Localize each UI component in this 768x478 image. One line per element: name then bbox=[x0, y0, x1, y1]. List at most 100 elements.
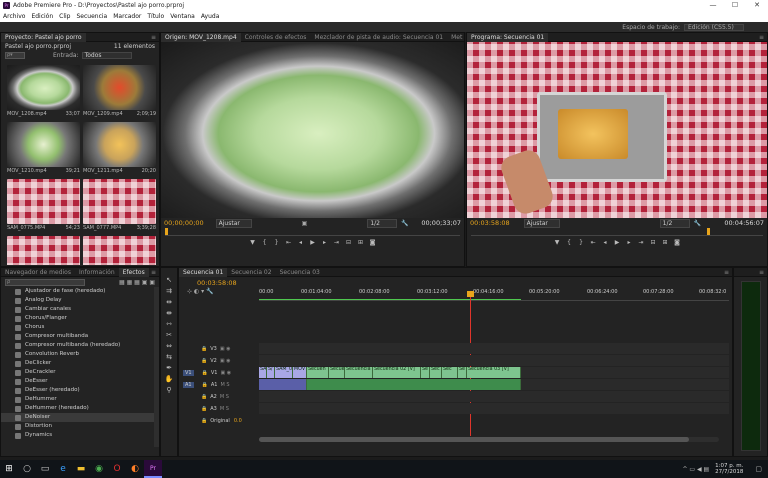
effect-item[interactable]: Compresor multibanda (heredado) bbox=[1, 341, 154, 350]
project-item[interactable]: MOV_1208.mp4 33;07 bbox=[7, 65, 80, 121]
video-clip[interactable]: SA bbox=[259, 367, 267, 378]
effect-item-selected[interactable]: DeNoiser bbox=[1, 413, 154, 422]
program-timecode[interactable]: 00:03:58:08 bbox=[470, 219, 510, 227]
work-area-bar[interactable] bbox=[259, 299, 521, 300]
menu-secuencia[interactable]: Secuencia bbox=[74, 13, 111, 20]
video-clip[interactable]: Se bbox=[421, 367, 430, 378]
source-resolution-select[interactable]: 1/2 bbox=[367, 218, 398, 228]
project-item[interactable]: MOV_1209.mp4 2;09;19 bbox=[83, 65, 156, 121]
track-toggle-icons[interactable]: ▣ ◉ bbox=[220, 370, 231, 376]
edge-icon[interactable]: e bbox=[54, 460, 72, 478]
effect-item[interactable]: DeClicker bbox=[1, 359, 154, 368]
step-back-button[interactable]: ◂ bbox=[296, 238, 306, 246]
menu-clip[interactable]: Clip bbox=[56, 13, 73, 20]
export-frame-button[interactable]: ◙ bbox=[672, 238, 682, 246]
windows-start-icon[interactable]: ⊞ bbox=[0, 460, 18, 478]
effect-item[interactable]: Distortion bbox=[1, 422, 154, 431]
scrollbar-thumb[interactable] bbox=[259, 437, 689, 442]
search-icon[interactable]: ○ bbox=[18, 460, 36, 478]
entrada-select[interactable]: Todos bbox=[81, 52, 132, 59]
rolling-edit-tool-icon[interactable]: ⇼ bbox=[164, 308, 174, 318]
effect-item[interactable]: DeEsser bbox=[1, 377, 154, 386]
lane-v1[interactable]: SA S/ SAM_0 MOV Secuen Secue Secuencia S… bbox=[259, 367, 729, 378]
timeline-tool-icons[interactable]: ⊹ ◐ ▾ 🔧 bbox=[187, 288, 213, 295]
mark-in-button[interactable]: { bbox=[564, 238, 574, 246]
lift-button[interactable]: ⊟ bbox=[648, 238, 658, 246]
lane-a3[interactable] bbox=[259, 403, 729, 414]
track-header-master[interactable]: 🔒 Original 0.0 bbox=[179, 415, 257, 426]
tab-audio-mixer[interactable]: Mezclador de pista de audio: Secuencia 0… bbox=[310, 33, 447, 42]
workspace-select[interactable]: Edición (CS5.5) bbox=[684, 23, 744, 31]
project-item[interactable]: SAM_0775.MP4 54;23 bbox=[7, 179, 80, 235]
lock-icon[interactable]: 🔒 bbox=[201, 418, 207, 424]
lane-a1[interactable] bbox=[259, 379, 729, 390]
insert-button[interactable]: ⊟ bbox=[344, 238, 354, 246]
audio-clip[interactable] bbox=[307, 379, 521, 390]
maximize-button[interactable]: ☐ bbox=[724, 0, 746, 11]
rate-stretch-tool-icon[interactable]: ⇿ bbox=[164, 319, 174, 329]
go-to-out-button[interactable]: ⇥ bbox=[332, 238, 342, 246]
track-toggle-icons[interactable]: M S bbox=[220, 394, 229, 400]
timeline-scrollbar[interactable] bbox=[259, 437, 719, 442]
project-item[interactable] bbox=[83, 236, 156, 265]
mark-out-button[interactable]: } bbox=[576, 238, 586, 246]
panel-menu-icon[interactable]: ≡ bbox=[759, 34, 764, 41]
go-to-out-button[interactable]: ⇥ bbox=[636, 238, 646, 246]
project-search-input[interactable]: ρ▾ bbox=[5, 52, 25, 59]
effects-search-input[interactable]: ρ bbox=[5, 278, 85, 286]
program-timeruler[interactable] bbox=[471, 228, 763, 236]
effect-item[interactable]: DeHummer (heredado) bbox=[1, 404, 154, 413]
add-marker-button[interactable]: ▼ bbox=[248, 238, 258, 246]
track-select-tool-icon[interactable]: ⇉ bbox=[164, 286, 174, 296]
audio-clip[interactable] bbox=[259, 379, 307, 390]
track-toggle-icons[interactable]: ▣ ◉ bbox=[220, 346, 231, 352]
panel-menu-icon[interactable]: ≡ bbox=[759, 269, 764, 276]
file-explorer-icon[interactable]: ▬ bbox=[72, 460, 90, 478]
pen-tool-icon[interactable]: ✒ bbox=[164, 363, 174, 373]
selection-tool-icon[interactable]: ↖ bbox=[164, 275, 174, 285]
source-timeruler[interactable] bbox=[165, 228, 460, 236]
timeline-ruler[interactable]: 00:00 00:01:04:00 00:02:08:00 00:03:12:0… bbox=[259, 281, 729, 301]
extract-button[interactable]: ⊞ bbox=[660, 238, 670, 246]
mark-out-button[interactable]: } bbox=[272, 238, 282, 246]
tab-source[interactable]: Origen: MOV_1208.mp4 bbox=[161, 32, 241, 42]
video-clip[interactable]: Sec bbox=[442, 367, 458, 378]
effect-item[interactable]: Convolution Reverb bbox=[1, 350, 154, 359]
effect-item[interactable]: Ajustador de fase (heredado) bbox=[1, 287, 154, 296]
export-frame-button[interactable]: ◙ bbox=[368, 238, 378, 246]
timeline-timecode[interactable]: 00:03:58:08 bbox=[197, 279, 237, 287]
video-clip[interactable]: Secuencia bbox=[345, 367, 373, 378]
minimize-button[interactable]: — bbox=[702, 0, 724, 11]
project-item[interactable] bbox=[7, 236, 80, 265]
menu-edicion[interactable]: Edición bbox=[28, 13, 56, 20]
play-button[interactable]: ▶ bbox=[612, 238, 622, 246]
track-toggle-icons[interactable]: M S bbox=[220, 382, 229, 388]
effect-item[interactable]: Chorus bbox=[1, 323, 154, 332]
panel-menu-icon[interactable]: ≡ bbox=[151, 269, 156, 276]
lock-icon[interactable]: 🔒 bbox=[201, 346, 207, 352]
track-header-a1[interactable]: A1 🔒 A1 M S bbox=[179, 379, 257, 390]
menu-marcador[interactable]: Marcador bbox=[110, 13, 144, 20]
menu-archivo[interactable]: Archivo bbox=[0, 13, 28, 20]
video-clip[interactable]: SAM_0 bbox=[275, 367, 293, 378]
video-clip[interactable]: Secue bbox=[329, 367, 345, 378]
tab-sequence-03[interactable]: Secuencia 03 bbox=[276, 268, 324, 277]
go-to-in-button[interactable]: ⇤ bbox=[284, 238, 294, 246]
video-clip[interactable]: Secuencia 03 [V] bbox=[467, 367, 521, 378]
video-clip[interactable]: Secuencia 02 [V] bbox=[373, 367, 421, 378]
lock-icon[interactable]: 🔒 bbox=[202, 370, 208, 376]
video-clip[interactable]: MOV bbox=[293, 367, 307, 378]
panel-menu-icon[interactable]: ≡ bbox=[151, 34, 156, 41]
source-patch-a1[interactable]: A1 bbox=[183, 381, 194, 388]
notification-icon[interactable]: ▢ bbox=[755, 465, 762, 473]
firefox-icon[interactable]: ◐ bbox=[126, 460, 144, 478]
program-playhead[interactable] bbox=[707, 228, 710, 235]
source-patch-v1[interactable]: V1 bbox=[183, 369, 194, 376]
zoom-tool-icon[interactable]: ⚲ bbox=[164, 385, 174, 395]
premiere-taskbar-icon[interactable]: Pr bbox=[144, 460, 162, 478]
source-playhead[interactable] bbox=[165, 228, 168, 235]
track-header-v1[interactable]: V1 🔒 V1 ▣ ◉ bbox=[179, 367, 257, 378]
effect-item[interactable]: DeCrackler bbox=[1, 368, 154, 377]
playhead-handle[interactable] bbox=[467, 291, 474, 297]
video-clip[interactable]: Secuen bbox=[307, 367, 329, 378]
